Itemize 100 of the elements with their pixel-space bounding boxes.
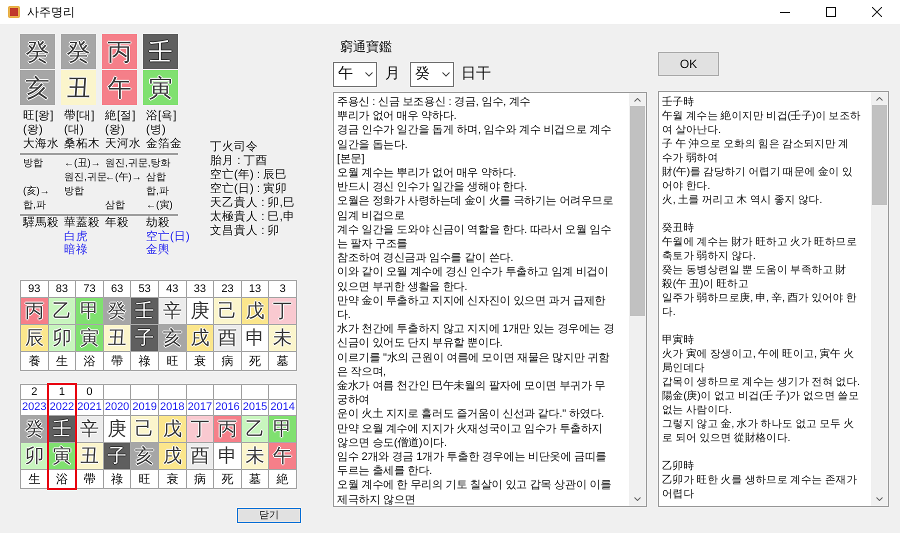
stage-label: 死 [221,471,234,488]
text-line: 참조하여 경신금과 임수를 같이 쓴다. [337,251,514,266]
year-column[interactable]: 2014 甲 午 絶 [269,385,296,488]
scroll-thumb[interactable] [630,106,645,316]
stem-cell: 戊 [242,298,268,324]
relation-label: 원진,귀문 [64,172,107,183]
relation-label: ←(丑)→ [64,158,101,169]
relation-label: 합,파 [23,200,46,211]
napeum-label: 大海水 [23,138,59,150]
branch-cell: 戌 [158,443,186,469]
stem-cell: 丙 [214,416,241,442]
age-label: 23 [221,282,234,296]
stem-cell: 壬 [48,416,76,442]
text-line: 어야 한다. [662,179,712,193]
branch-cell: 申 [214,443,241,469]
info-label: 太極貴人 : 巳,申 [210,211,295,223]
year-column[interactable]: 2016 丙 申 死 [214,385,241,488]
text-line: 다. [337,308,352,322]
stem-cell: 癸 [20,34,55,69]
branch-cell: 未 [242,443,268,469]
relation-label: 원진,귀문,탕화 [105,158,171,169]
age-label: 0 [86,384,93,400]
branch-cell: 未 [269,325,296,351]
age-label: 63 [110,282,124,296]
text-line: 경금 인수가 일간을 돕게 하며, 임수와 계수 비겁으로 계수 [337,123,612,138]
year-column[interactable]: 1 2022 壬 寅 浴 [48,385,76,488]
year-column[interactable]: 2017 丁 酉 病 [186,385,214,488]
scrollbar[interactable] [629,93,646,506]
relation-label: 합,파 [146,186,169,197]
branch-cell: 亥 [20,70,55,105]
scroll-up-icon [876,97,883,101]
text-area[interactable] [333,92,647,507]
info-label: 文昌貴人 : 卯 [210,225,280,237]
stage-label: 養 [28,353,40,370]
year-label: 2021 [77,400,102,416]
text-line: 신금이 있어도 단지 부유할 뿐이다. [337,336,504,351]
stem-cell: 丙 [102,34,137,69]
text-line: 어렵다 [662,487,696,501]
year-column[interactable]: 2019 己 亥 旺 [131,385,158,488]
age-label: 83 [56,282,68,296]
branch-cell: 子 [131,325,158,351]
text-line: 壬子時 [662,95,696,109]
info-label: 胎月 : 丁酉 [210,155,268,167]
branch-cell: 丑 [61,70,96,105]
stage-label: (왕) [105,124,125,136]
year-column[interactable]: 2020 庚 子 祿 [104,385,130,488]
stage-label: 帶 [83,471,96,488]
shinsal-label: 驛馬殺 [23,217,59,230]
info-label: 空亡(年) : 辰巳 [210,169,288,181]
text-line: 계수 일간을 도와야 신금이 역할을 한다. 따라서 오월 임수 [337,222,612,238]
year-label: 2019 [132,400,157,416]
stem-cell: 庚 [104,416,130,442]
year-column[interactable]: 2 2023 癸 卯 生 [21,385,48,488]
branch-cell: 卯 [48,325,76,351]
text-line: 갑목이 생하므로 계수는 생기가 전혀 없다. [662,375,861,389]
year-label: 2022 [50,400,74,416]
text-line: 癸는 동병상련일 뿐 도움이 부족하고 財 [662,263,848,277]
scrollbar[interactable] [871,92,888,506]
year-label: 2014 [270,400,295,416]
stage-label: 浴[욕] [146,110,176,122]
scroll-thumb[interactable] [872,105,887,205]
relation-label: 방합 [23,158,43,169]
text-line: 주용신 : 신금 보조용신 : 경금, 임수, 계수 [337,95,532,110]
text-line: 궁하여 [337,393,370,408]
text-line: 水가 천간에 투출하지 않고 지지에 1개만 있는 경우에는 경 [337,322,616,336]
year-label: 2020 [104,400,130,416]
shinsal-label: 金輿 [146,244,170,258]
age-label: 53 [138,282,151,296]
year-column[interactable]: 0 2021 辛 丑 帶 [76,385,103,488]
day-select[interactable]: 癸 [410,62,454,87]
text-line: 金水가 여름 천간인 巳午未월의 팔자에 모이면 부귀가 무 [337,379,606,394]
age-label: 13 [248,282,262,296]
text-area[interactable] [658,91,889,507]
text-line: 癸丑時 [662,221,696,235]
branch-cell: 寅 [76,325,103,351]
text-line: 만약 오월 계수에 지지가 火재성국이고 임수가 투출하지 [337,422,604,436]
stem-cell: 辛 [158,298,186,324]
age-label: 2 [31,384,38,400]
text-line: 여 살아난다. [662,123,722,137]
stem-cell: 壬 [131,298,158,324]
year-column[interactable]: 2018 戊 戌 衰 [158,385,186,488]
shinsal-label: 年殺 [105,217,129,230]
month-select[interactable]: 午 [333,62,377,87]
text-line: 局인데다 [662,361,706,375]
text-line: 이와 같이 오월 계수에 경신 인수가 투출하고 임계 비겁이 [337,265,610,280]
text-line: 午월 계수는 絶이지만 비겁(壬子)이 보조하 [662,109,862,123]
text-line: 임계 비겁으로 [337,208,406,223]
relation-label: (亥)→ [23,186,50,197]
scroll-up-icon [634,98,641,102]
relation-label: ←(午)→ [105,172,142,183]
text-line: 火가 寅에 장생이고, 午에 旺이고, 寅午 火 [662,347,856,361]
text-line: 수가 弱하여 [662,151,720,165]
shinsal-label: 白虎 [64,230,88,243]
year-column[interactable]: 2015 乙 未 墓 [242,385,268,488]
stage-label: 旺 [166,353,178,370]
stem-cell: 戊 [158,416,186,442]
napeum-label: 金箔金 [146,138,182,150]
close-dialog-button[interactable]: 닫기 [237,508,301,523]
ok-button[interactable]: OK [658,52,719,76]
text-line: 제극하지 않으면 [337,492,416,506]
